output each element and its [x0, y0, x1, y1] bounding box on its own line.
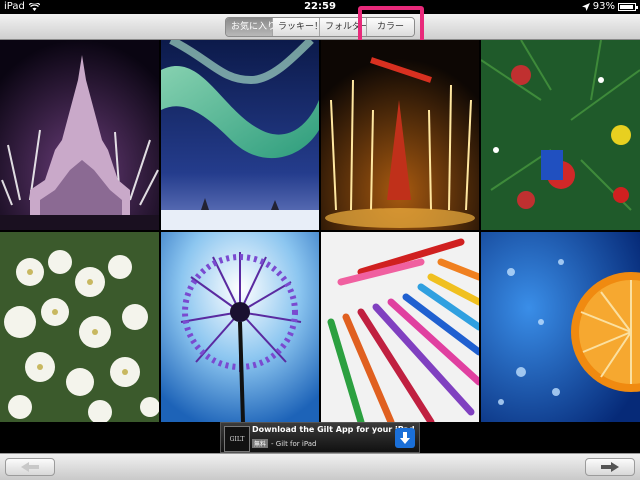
pencils-image [321, 232, 479, 422]
orange-image [481, 232, 640, 422]
photo-thumbnail-fountain[interactable] [321, 40, 479, 230]
photo-thumbnail-orange[interactable] [481, 232, 640, 422]
status-bar: iPad 22:59 93% [0, 0, 640, 14]
location-icon [581, 3, 590, 11]
navigation-bar: お気に入り ラッキー！ フォルダー カラー [0, 14, 640, 40]
segment-lucky[interactable]: ラッキー！ [273, 18, 323, 36]
battery-icon [618, 3, 638, 11]
previous-button[interactable] [5, 458, 55, 476]
dandelion-image [161, 232, 319, 422]
ad-subtitle-row: 無料 - Gilt for iPad [252, 439, 317, 448]
photo-thumbnail-pencils[interactable] [321, 232, 479, 422]
photo-thumbnail-dandelion[interactable] [161, 232, 319, 422]
ad-banner[interactable]: GILT Download the Gilt App for your iPad… [220, 422, 420, 453]
fountain-image [321, 40, 479, 230]
flowers-image [0, 232, 159, 422]
ad-subtitle: - Gilt for iPad [271, 439, 317, 448]
photo-thumbnail-aurora[interactable] [161, 40, 319, 230]
battery-percent: 93% [592, 1, 615, 12]
photo-thumbnail-christmas[interactable] [481, 40, 640, 230]
gilt-logo: GILT [224, 426, 250, 452]
ad-title: Download the Gilt App for your iPad [252, 425, 415, 434]
photo-thumbnail-flowers[interactable] [0, 232, 159, 422]
clock: 22:59 [304, 1, 336, 12]
castle-image [0, 40, 159, 230]
christmas-image [481, 40, 640, 230]
left-arrow-icon [21, 462, 39, 472]
segment-favorites[interactable]: お気に入り [226, 18, 276, 36]
photo-thumbnail-castle[interactable] [0, 40, 159, 230]
aurora-image [161, 40, 319, 230]
free-badge: 無料 [252, 439, 269, 448]
download-icon[interactable] [395, 428, 415, 448]
right-arrow-icon [601, 462, 619, 472]
ad-bar: GILT Download the Gilt App for your iPad… [0, 422, 640, 453]
next-button[interactable] [585, 458, 635, 476]
bottom-toolbar [0, 453, 640, 480]
photo-grid [0, 40, 640, 422]
